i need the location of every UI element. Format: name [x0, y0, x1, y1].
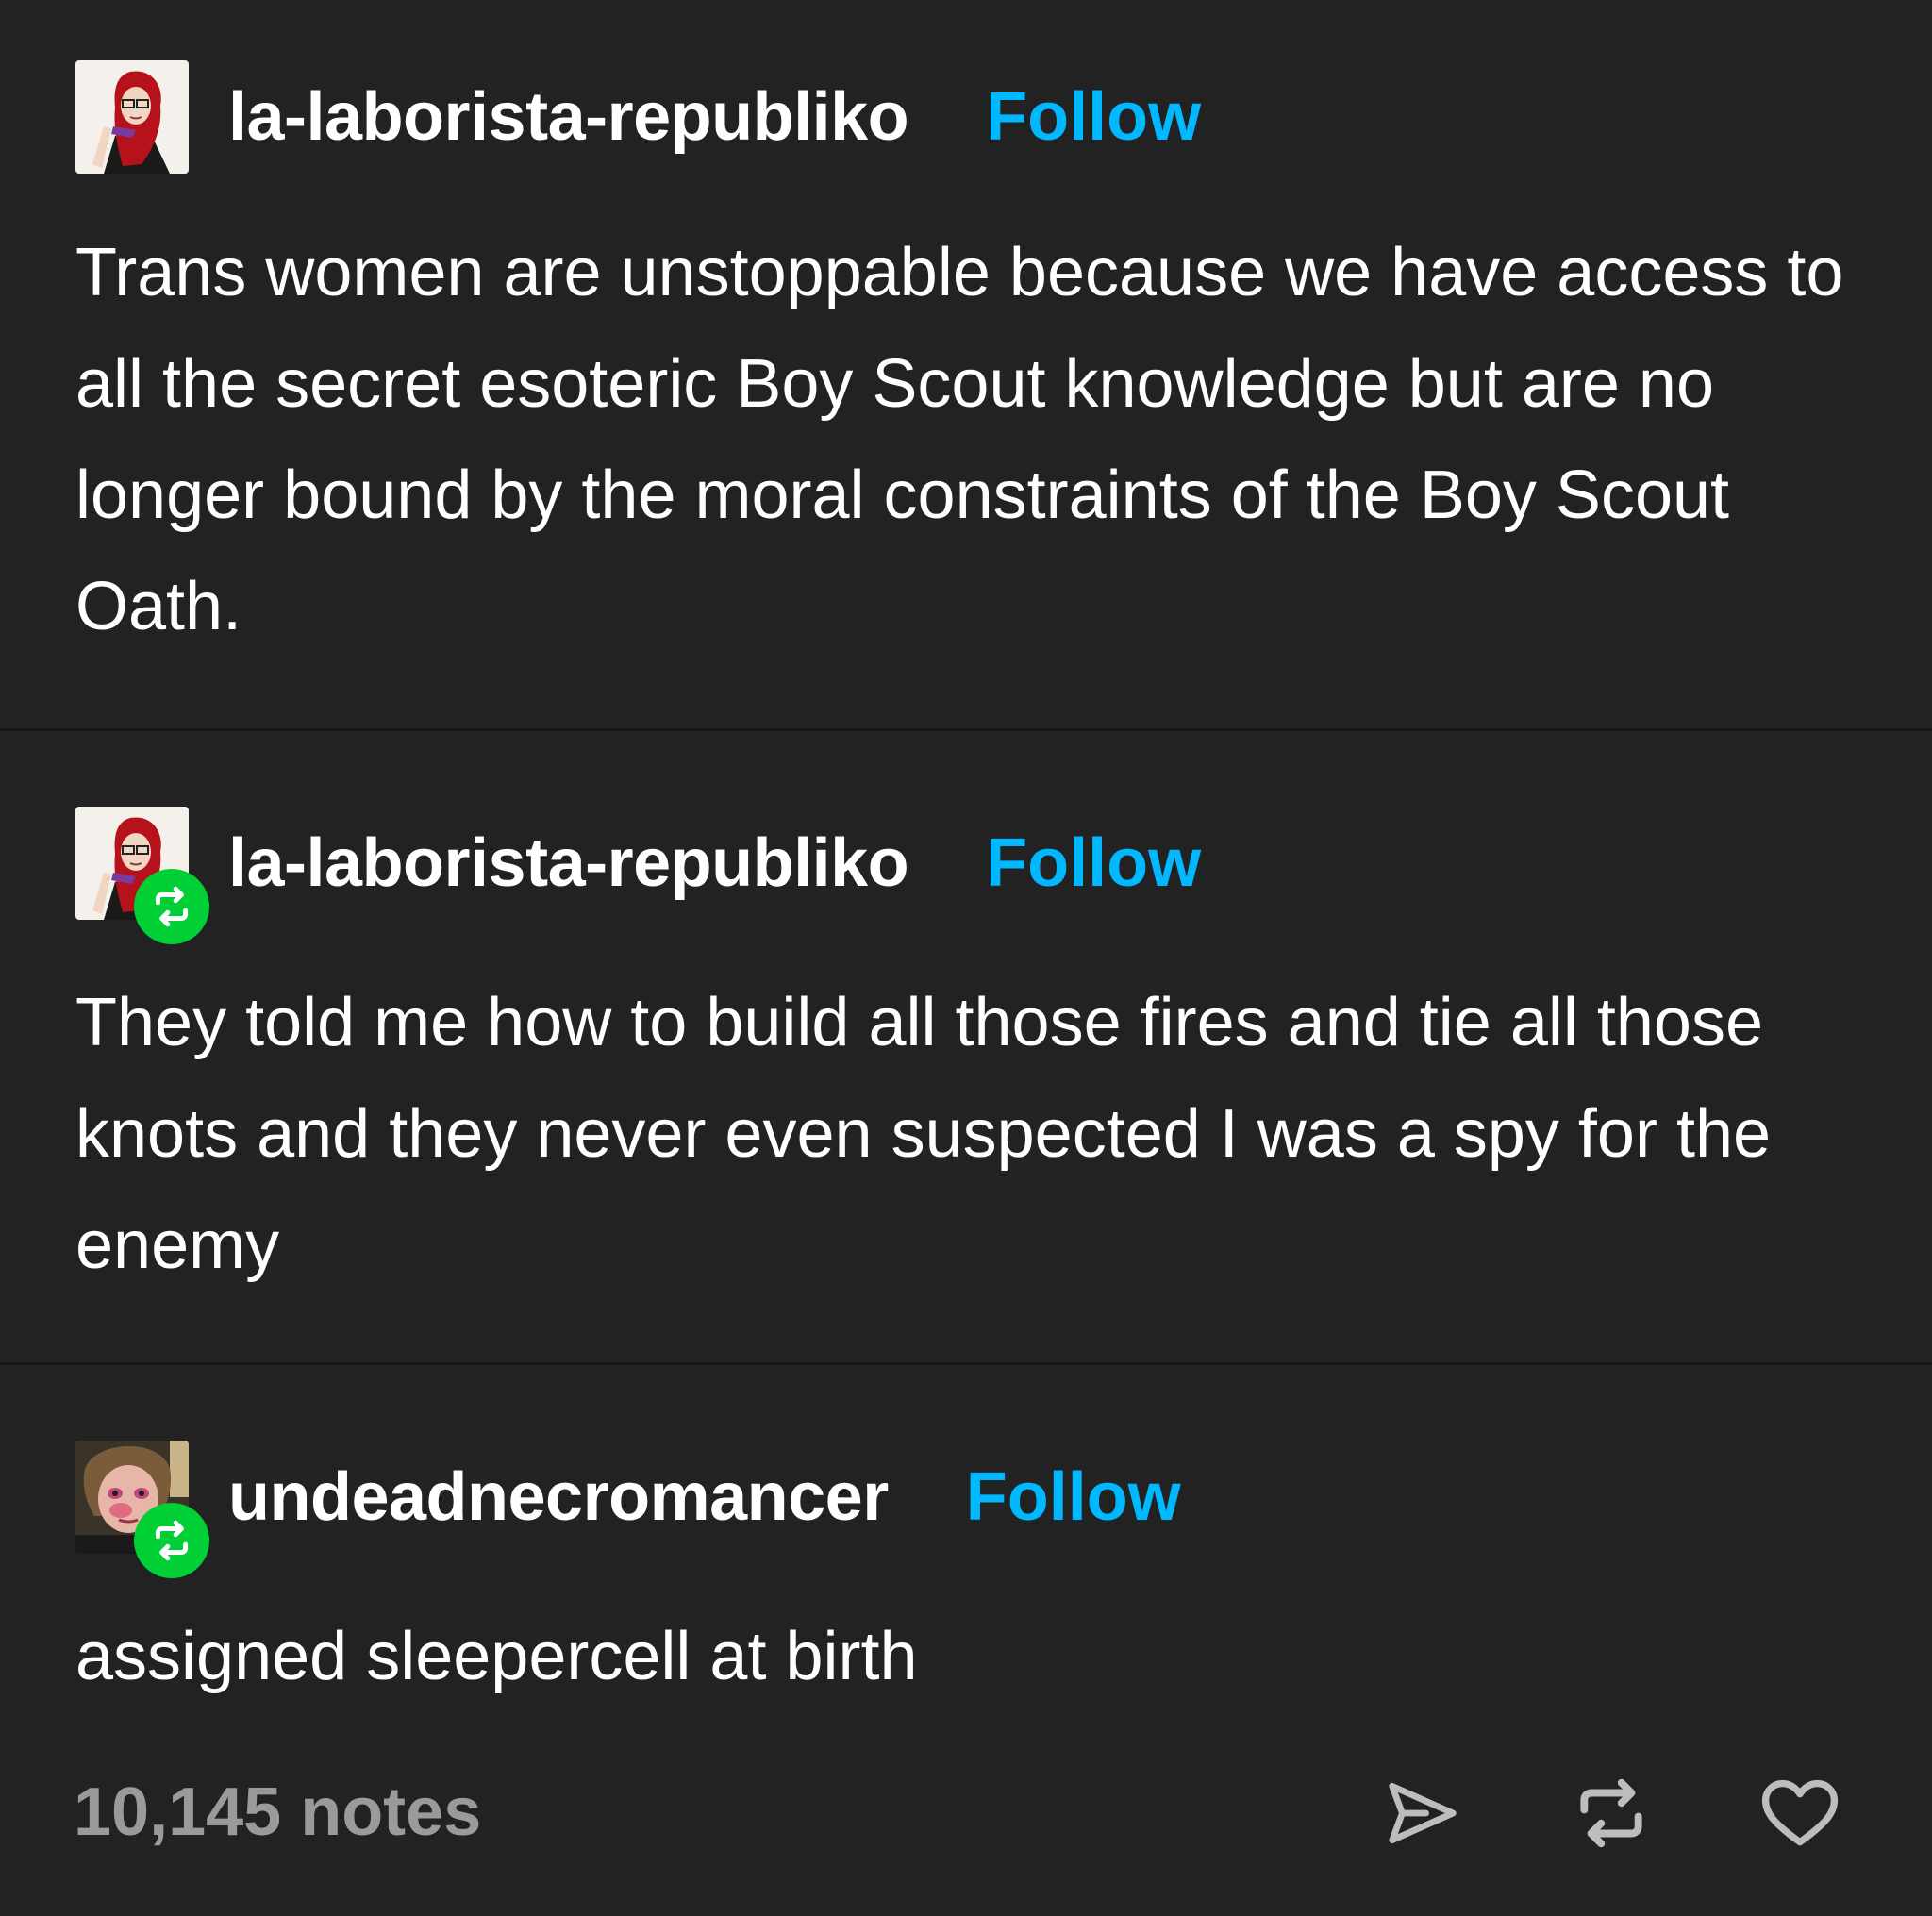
post-header: la-laborista-republiko Follow [75, 807, 1201, 944]
post-original: la-laborista-republiko Follow Trans wome… [0, 0, 1932, 728]
post-reblog: la-laborista-republiko Follow They told … [0, 731, 1932, 1362]
post-header: la-laborista-republiko Follow [75, 60, 1201, 174]
reblog-icon [155, 1520, 189, 1561]
follow-button[interactable]: Follow [986, 78, 1201, 156]
avatar-wrapper[interactable] [75, 60, 189, 174]
reblog-icon [1580, 1778, 1642, 1848]
avatar[interactable] [75, 60, 189, 174]
follow-button[interactable]: Follow [986, 825, 1201, 902]
follow-button[interactable]: Follow [966, 1458, 1181, 1536]
username[interactable]: la-laborista-republiko [228, 78, 909, 156]
post-text: They told me how to build all those fire… [75, 985, 1772, 1283]
avatar-red-hair-glasses-icon [75, 60, 189, 174]
reblog-badge [134, 869, 209, 944]
reblog-icon [155, 886, 189, 927]
post-text: Trans women are unstoppable because we h… [75, 235, 1844, 644]
reblog-button[interactable] [1566, 1768, 1657, 1858]
post-footer: 10,145 notes [0, 1755, 1932, 1868]
heart-icon [1761, 1779, 1839, 1846]
notes-count[interactable]: 10,145 notes [74, 1774, 481, 1851]
post-text: assigned sleepercell at birth [75, 1619, 918, 1694]
share-icon [1389, 1782, 1457, 1844]
share-button[interactable] [1377, 1768, 1468, 1858]
avatar-wrapper[interactable] [75, 1441, 209, 1578]
username[interactable]: undeadnecromancer [228, 1458, 889, 1536]
username[interactable]: la-laborista-republiko [228, 825, 909, 902]
reblog-badge [134, 1503, 209, 1578]
avatar-wrapper[interactable] [75, 807, 209, 944]
post-header: undeadnecromancer Follow [75, 1441, 1181, 1578]
like-button[interactable] [1755, 1768, 1845, 1858]
